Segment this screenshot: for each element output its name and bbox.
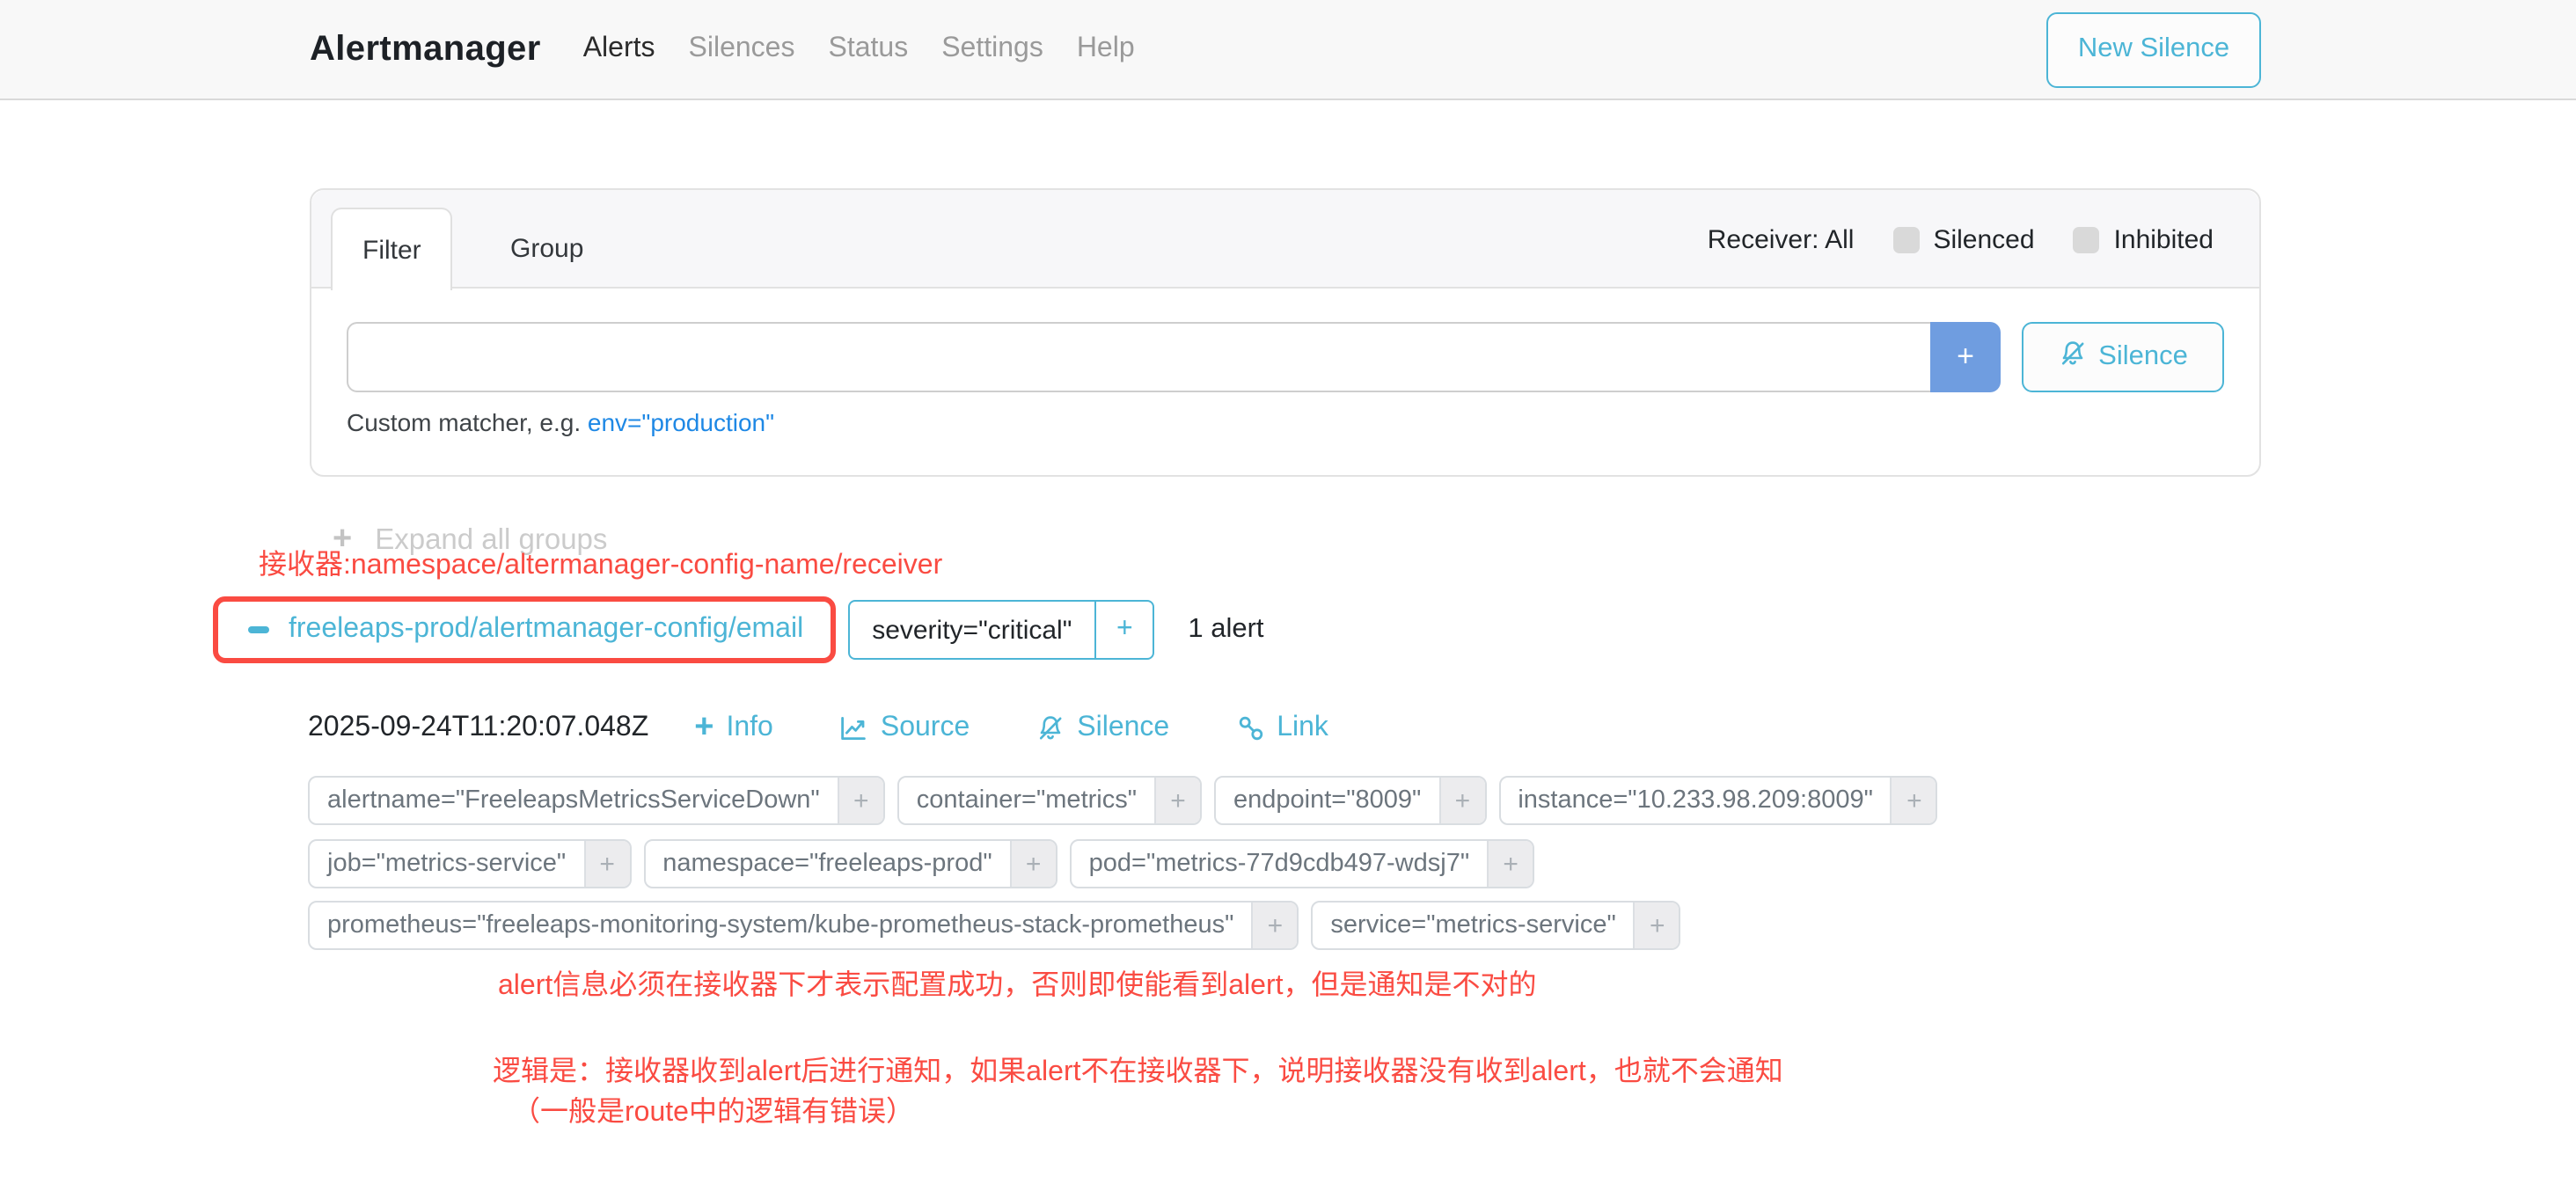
add-label-filter-button[interactable]: + [838,778,883,823]
filter-panel-header: Filter Group Receiver: All Silenced Inhi… [311,190,2259,289]
receiver-group-row: freeleaps-prod/alertmanager-config/email… [213,596,1264,663]
nav-item-help[interactable]: Help [1077,33,1135,65]
filter-panel-body: + Silence Custom matcher, e.g. env="prod [311,289,2259,436]
link-label: Link [1277,712,1328,743]
add-label-filter-button[interactable]: + [1634,903,1680,948]
add-label-filter-button[interactable]: + [1154,778,1200,823]
nav-item-silences[interactable]: Silences [689,33,795,65]
annotation-logic-note: 逻辑是：接收器收到alert后进行通知，如果alert不在接收器下，说明接收器没… [493,1047,1783,1089]
alert-label-tag: endpoint="8009" + [1214,776,1486,825]
bell-slash-icon [1036,713,1065,742]
alert-labels-row: alertname="FreeleapsMetricsServiceDown" … [308,776,1938,825]
top-navbar: Alertmanager Alerts Silences Status Sett… [0,0,2576,100]
tab-group[interactable]: Group [480,208,613,289]
alert-count: 1 alert [1188,614,1263,646]
silenced-checkbox-label: Silenced [1933,224,2034,254]
alert-label-tag: job="metrics-service" + [308,839,631,888]
chart-icon [840,713,868,742]
checkbox-icon[interactable] [2074,226,2100,252]
label-text: prometheus="freeleaps-monitoring-system/… [310,903,1251,948]
alert-timestamp: 2025-09-24T11:20:07.048Z [308,712,648,743]
checkbox-icon[interactable] [1892,226,1919,252]
filter-options: Receiver: All Silenced Inhibited [1708,190,2214,289]
matcher-input-group: + [347,322,2001,392]
main-nav: Alerts Silences Status Settings Help [583,33,1135,65]
add-group-matcher-button[interactable]: + [1094,602,1153,658]
link-icon [1236,713,1264,742]
alert-label-tag: prometheus="freeleaps-monitoring-system/… [308,901,1299,950]
nav-item-alerts[interactable]: Alerts [583,33,655,65]
matcher-example-link[interactable]: env="production" [588,408,774,436]
receiver-group-toggle[interactable]: freeleaps-prod/alertmanager-config/email [218,602,830,658]
nav-item-status[interactable]: Status [828,33,908,65]
alert-label-tag: container="metrics" + [897,776,1202,825]
label-text: pod="metrics-77d9cdb497-wdsj7" [1072,841,1487,887]
minus-icon [248,627,269,633]
matcher-input[interactable] [347,322,1930,392]
app-brand[interactable]: Alertmanager [310,29,541,69]
add-label-filter-button[interactable]: + [1251,903,1297,948]
label-text: namespace="freeleaps-prod" [645,841,1009,887]
matcher-hint-text: Custom matcher, e.g. [347,408,581,436]
nav-item-settings[interactable]: Settings [941,33,1043,65]
filter-panel: Filter Group Receiver: All Silenced Inhi… [310,188,2261,477]
receiver-group-name: freeleaps-prod/alertmanager-config/email [289,614,803,646]
alert-label-tag: service="metrics-service" + [1311,901,1680,950]
annotation-highlight-box: freeleaps-prod/alertmanager-config/email [213,596,835,663]
alert-label-tag: pod="metrics-77d9cdb497-wdsj7" + [1070,839,1534,888]
label-text: container="metrics" [899,778,1154,823]
plus-icon: + [694,711,714,744]
matcher-row: + Silence [347,322,2224,392]
receiver-filter-dropdown[interactable]: Receiver: All [1708,224,1855,254]
silence-filter-button[interactable]: Silence [2022,322,2224,392]
bell-slash-icon [2058,339,2086,376]
alert-permalink[interactable]: Link [1236,712,1328,743]
alert-label-tag: instance="10.233.98.209:8009" + [1498,776,1938,825]
alert-labels-row: prometheus="freeleaps-monitoring-system/… [308,901,1681,950]
add-label-filter-button[interactable]: + [583,841,629,887]
alert-labels-row: job="metrics-service" + namespace="freel… [308,839,1534,888]
label-text: job="metrics-service" [310,841,583,887]
add-label-filter-button[interactable]: + [1438,778,1484,823]
annotation-logic-note-2: （一般是route中的逻辑有错误） [512,1087,914,1129]
add-matcher-button[interactable]: + [1930,322,2001,392]
add-label-filter-button[interactable]: + [1487,841,1533,887]
silenced-filter-checkbox[interactable]: Silenced [1892,224,2034,254]
silence-label: Silence [1077,712,1169,743]
info-toggle-link[interactable]: + Info [694,711,773,744]
label-text: instance="10.233.98.209:8009" [1500,778,1891,823]
add-label-filter-button[interactable]: + [1010,841,1056,887]
matcher-hint: Custom matcher, e.g. env="production" [347,408,2224,436]
alert-header-row: 2025-09-24T11:20:07.048Z + Info Source [308,711,1395,744]
alert-label-tag: namespace="freeleaps-prod" + [643,839,1057,888]
label-text: endpoint="8009" [1216,778,1438,823]
silence-button-label: Silence [2098,341,2188,373]
source-label: Source [881,712,970,743]
annotation-receiver-note: 接收器:namespace/altermanager-config-name/r… [259,540,942,582]
alert-label-tag: alertname="FreeleapsMetricsServiceDown" … [308,776,885,825]
tab-filter[interactable]: Filter [331,208,453,290]
source-link[interactable]: Source [840,712,970,743]
label-text: alertname="FreeleapsMetricsServiceDown" [310,778,838,823]
inhibited-filter-checkbox[interactable]: Inhibited [2074,224,2214,254]
group-matcher-chip: severity="critical" + [847,600,1154,660]
add-label-filter-button[interactable]: + [1891,778,1936,823]
label-text: service="metrics-service" [1313,903,1633,948]
silence-alert-link[interactable]: Silence [1036,712,1169,743]
info-label: Info [726,712,772,743]
new-silence-button[interactable]: New Silence [2046,11,2261,87]
annotation-alert-note: alert信息必须在接收器下才表示配置成功，否则即使能看到alert，但是通知是… [498,961,1537,1003]
inhibited-checkbox-label: Inhibited [2114,224,2214,254]
alertmanager-app: Alertmanager Alerts Silences Status Sett… [0,0,2576,1184]
group-matcher-text: severity="critical" [849,602,1094,658]
